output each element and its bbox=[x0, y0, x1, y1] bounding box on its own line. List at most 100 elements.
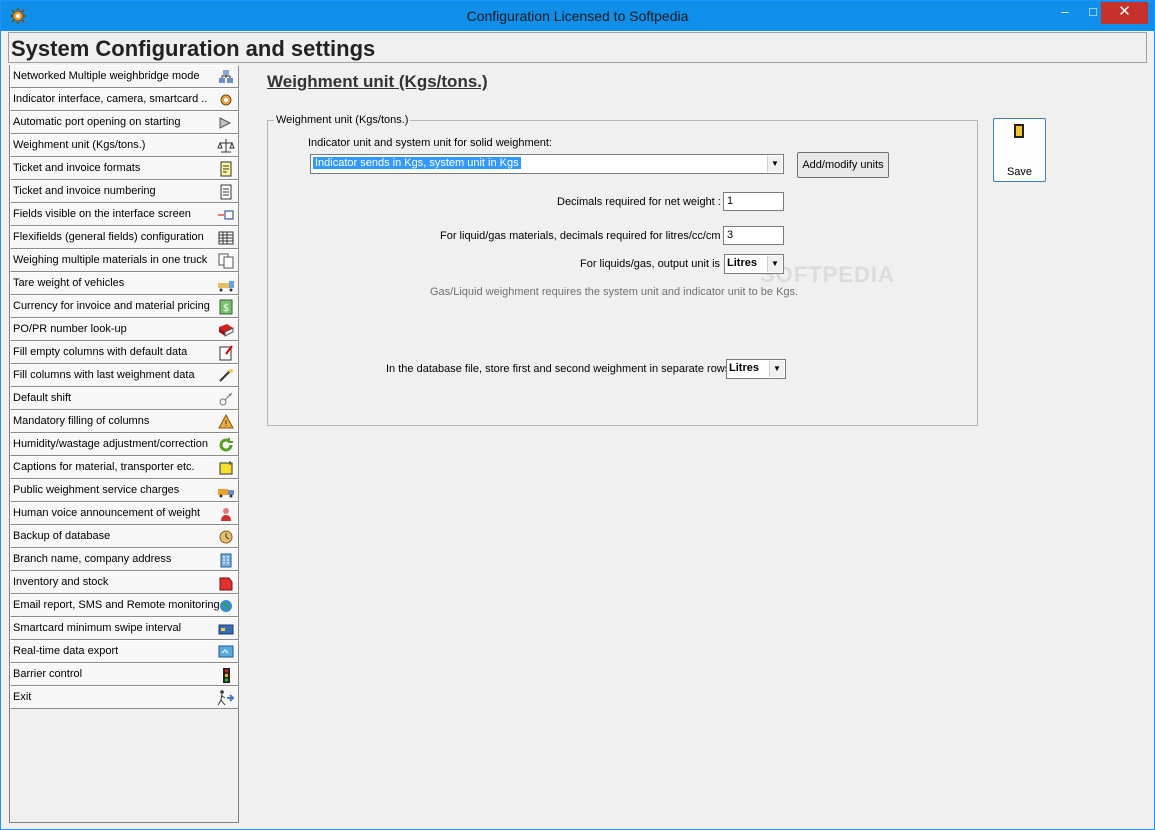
currency-icon: $ bbox=[219, 299, 233, 315]
group-title: Weighment unit (Kgs/tons.) bbox=[274, 114, 411, 126]
sidebar-item-public-weighment-service-charges[interactable]: Public weighment service charges bbox=[10, 479, 239, 502]
sidebar-item-label: Automatic port opening on starting bbox=[13, 116, 181, 128]
unit-select[interactable]: Indicator sends in Kgs, system unit in K… bbox=[310, 154, 784, 174]
ticket-icon bbox=[220, 161, 232, 177]
sidebar-item-barrier-control[interactable]: Barrier control bbox=[10, 663, 239, 686]
net-decimals-label: Decimals required for net weight : bbox=[557, 196, 721, 208]
sidebar-item-fill-empty-columns-with-default-data[interactable]: Fill empty columns with default data bbox=[10, 341, 239, 364]
sidebar-item-branch-name-company-address[interactable]: Branch name, company address bbox=[10, 548, 239, 571]
save-label: Save bbox=[1006, 166, 1033, 178]
sidebar-item-indicator-interface-camera-smartcard[interactable]: Indicator interface, camera, smartcard .… bbox=[10, 88, 239, 111]
unit-select-value: Indicator sends in Kgs, system unit in K… bbox=[313, 157, 521, 169]
sidebar-list: Networked Multiple weighbridge mode Indic… bbox=[10, 65, 239, 709]
add-modify-units-button[interactable]: Add/modify units bbox=[797, 152, 889, 178]
window-title: Configuration Licensed to Softpedia bbox=[466, 8, 689, 24]
gas-liquid-note: Gas/Liquid weighment requires the system… bbox=[430, 286, 799, 298]
sidebar-item-label: Tare weight of vehicles bbox=[13, 277, 125, 289]
book-icon bbox=[219, 324, 234, 337]
sidebar-item-mandatory-filling-of-columns[interactable]: Mandatory filling of columns bbox=[10, 410, 239, 433]
sidebar-item-fill-columns-with-last-weighment-data[interactable]: Fill columns with last weighment data bbox=[10, 364, 239, 387]
db-rows-label: In the database file, store first and se… bbox=[386, 363, 731, 375]
sidebar-item-captions-for-material-transporter-etc[interactable]: Captions for material, transporter etc. bbox=[10, 456, 239, 479]
person-icon bbox=[221, 508, 231, 521]
globe-icon bbox=[220, 600, 232, 612]
sidebar-item-label: Weighing multiple materials in one truck bbox=[13, 254, 208, 266]
config-window: Configuration Licensed to Softpedia – □ … bbox=[0, 0, 1155, 830]
liquid-decimals-input[interactable]: 3 bbox=[723, 226, 784, 245]
sidebar-item-flexifields-general-fields-configuration[interactable]: Flexifields (general fields) configurati… bbox=[10, 226, 239, 249]
sidebar-item-label: Smartcard minimum swipe interval bbox=[13, 622, 182, 634]
traffic-light-icon bbox=[223, 668, 230, 683]
sidebar-item-ticket-and-invoice-formats[interactable]: Ticket and invoice formats bbox=[10, 157, 239, 180]
chevron-down-icon[interactable]: ▼ bbox=[767, 256, 782, 272]
sidebar-item-label: PO/PR number look-up bbox=[13, 323, 127, 335]
sidebar-item-email-report-sms-and-remote-monitoring[interactable]: Email report, SMS and Remote monitoring bbox=[10, 594, 239, 617]
key-icon bbox=[219, 392, 233, 406]
close-button[interactable]: ✕ bbox=[1101, 2, 1148, 24]
network-icon bbox=[219, 70, 233, 83]
scale-icon bbox=[217, 139, 235, 153]
sidebar-item-label: Mandatory filling of columns bbox=[13, 415, 150, 427]
building-icon bbox=[220, 553, 232, 568]
db-rows-select[interactable]: Litres ▼ bbox=[726, 359, 786, 379]
documents-icon bbox=[218, 253, 234, 269]
sidebar-item-smartcard-minimum-swipe-interval[interactable]: Smartcard minimum swipe interval bbox=[10, 617, 239, 640]
inventory-icon bbox=[219, 577, 233, 591]
sidebar-item-ticket-and-invoice-numbering[interactable]: Ticket and invoice numbering bbox=[10, 180, 239, 203]
wand-icon bbox=[219, 369, 233, 382]
sidebar-item-label: Fill columns with last weighment data bbox=[13, 369, 195, 381]
page-header: System Configuration and settings bbox=[8, 32, 1147, 63]
sidebar-item-label: Fill empty columns with default data bbox=[13, 346, 188, 358]
sidebar-item-po-pr-number-look-up[interactable]: PO/PR number look-up bbox=[10, 318, 239, 341]
sidebar-item-currency-for-invoice-and-material-pricing[interactable]: Currency for invoice and material pricin… bbox=[10, 295, 239, 318]
sidebar-item-weighment-unit-kgs-tons[interactable]: Weighment unit (Kgs/tons.) bbox=[10, 134, 239, 157]
sidebar-item-label: Ticket and invoice numbering bbox=[13, 185, 156, 197]
sidebar-item-label: Fields visible on the interface screen bbox=[13, 208, 191, 220]
sidebar-item-automatic-port-opening-on-starting[interactable]: Automatic port opening on starting bbox=[10, 111, 239, 134]
export-icon bbox=[218, 645, 234, 658]
sidebar-item-default-shift[interactable]: Default shift bbox=[10, 387, 239, 410]
sidebar-item-label: Exit bbox=[13, 691, 32, 703]
sidebar-item-backup-of-database[interactable]: Backup of database bbox=[10, 525, 239, 548]
sidebar-item-label: Barrier control bbox=[13, 668, 83, 680]
edit-icon bbox=[219, 345, 233, 361]
sidebar-item-label: Humidity/wastage adjustment/correction bbox=[13, 438, 209, 450]
refresh-icon bbox=[219, 438, 233, 452]
title-bar[interactable]: Configuration Licensed to Softpedia – □ … bbox=[1, 1, 1154, 31]
sidebar-item-inventory-and-stock[interactable]: Inventory and stock bbox=[10, 571, 239, 594]
exit-icon bbox=[217, 690, 235, 706]
truck-icon bbox=[218, 281, 234, 292]
sidebar-item-label: Backup of database bbox=[13, 530, 111, 542]
net-decimals-input[interactable]: 1 bbox=[723, 192, 784, 211]
sidebar-item-human-voice-announcement-of-weight[interactable]: Human voice announcement of weight bbox=[10, 502, 239, 525]
delivery-truck-icon bbox=[218, 489, 234, 498]
chevron-down-icon[interactable]: ▼ bbox=[767, 156, 782, 172]
sidebar-item-networked-multiple-weighbridge-mode[interactable]: Networked Multiple weighbridge mode bbox=[10, 65, 239, 88]
sidebar-item-tare-weight-of-vehicles[interactable]: Tare weight of vehicles bbox=[10, 272, 239, 295]
sidebar-item-exit[interactable]: Exit bbox=[10, 686, 239, 709]
sidebar-item-label: Currency for invoice and material pricin… bbox=[13, 300, 210, 312]
fields-icon bbox=[218, 210, 234, 220]
output-unit-select[interactable]: Litres ▼ bbox=[724, 254, 784, 274]
chevron-down-icon[interactable]: ▼ bbox=[769, 361, 784, 377]
sidebar-item-label: Default shift bbox=[13, 392, 72, 404]
sidebar-item-real-time-data-export[interactable]: Real-time data export bbox=[10, 640, 239, 663]
save-button[interactable]: Save bbox=[993, 118, 1046, 182]
weighment-unit-group: Weighment unit (Kgs/tons.) Indicator uni… bbox=[267, 114, 978, 426]
grid-icon bbox=[218, 231, 234, 245]
sidebar-item-label: Ticket and invoice formats bbox=[13, 162, 141, 174]
sidebar-item-humidity-wastage-adjustment-correction[interactable]: Humidity/wastage adjustment/correction bbox=[10, 433, 239, 456]
gear-icon bbox=[220, 94, 232, 106]
sidebar-item-fields-visible-on-the-interface-screen[interactable]: Fields visible on the interface screen bbox=[10, 203, 239, 226]
page-title: System Configuration and settings bbox=[11, 36, 376, 61]
client-area: System Configuration and settings Networ… bbox=[8, 31, 1149, 823]
sidebar-item-label: Flexifields (general fields) configurati… bbox=[13, 231, 204, 243]
liquid-decimals-label: For liquid/gas materials, decimals requi… bbox=[440, 230, 727, 242]
sidebar-item-weighing-multiple-materials-in-one-truck[interactable]: Weighing multiple materials in one truck bbox=[10, 249, 239, 272]
db-rows-value: Litres bbox=[729, 362, 759, 374]
save-icon bbox=[1014, 124, 1024, 138]
sidebar-item-label: Captions for material, transporter etc. bbox=[13, 461, 195, 473]
minimize-button[interactable]: – bbox=[1051, 2, 1079, 24]
section-title: Weighment unit (Kgs/tons.) bbox=[267, 72, 488, 91]
sidebar-item-label: Public weighment service charges bbox=[13, 484, 180, 496]
